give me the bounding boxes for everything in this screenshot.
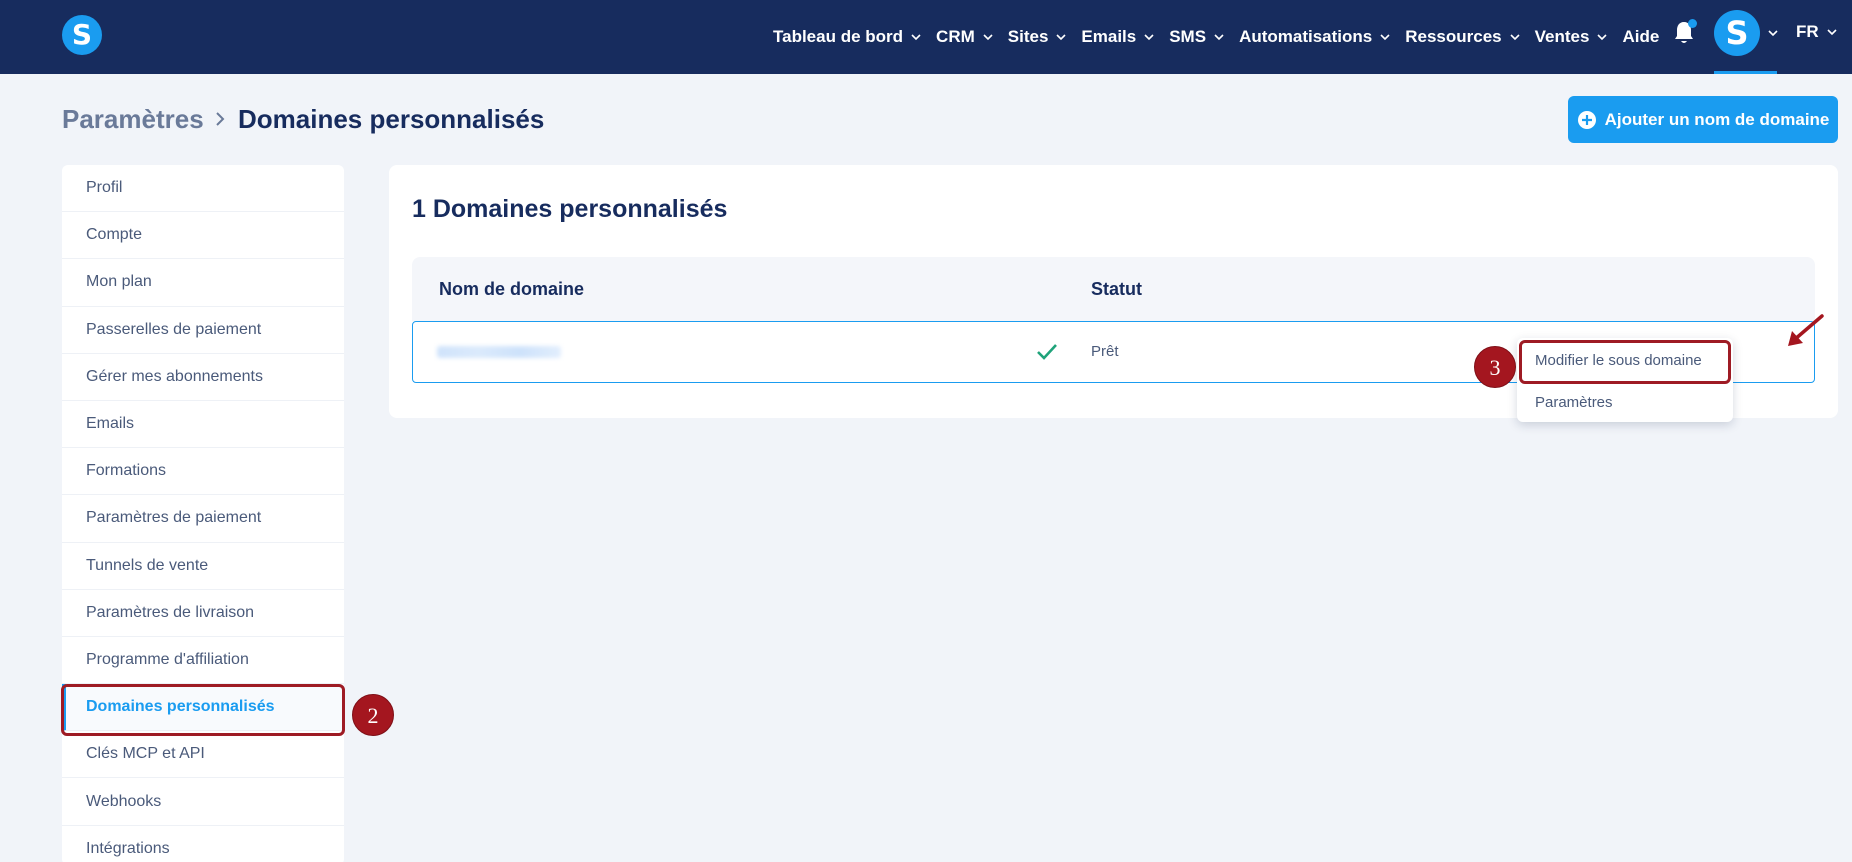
- chevron-down-icon: [1510, 34, 1520, 41]
- nav-sites[interactable]: Sites: [1008, 27, 1068, 47]
- check-icon: [1037, 344, 1057, 360]
- chevron-right-icon: [216, 112, 225, 126]
- nav-emails[interactable]: Emails: [1081, 27, 1155, 47]
- chevron-down-icon[interactable]: [1767, 27, 1779, 39]
- column-header-domain: Nom de domaine: [439, 279, 585, 299]
- active-indicator: [1714, 71, 1777, 74]
- sidebar-item-webhooks[interactable]: Webhooks: [62, 778, 344, 826]
- domain-name-redacted: [437, 346, 561, 358]
- nav-aide[interactable]: Aide: [1622, 27, 1659, 47]
- nav-label: Sites: [1007, 27, 1049, 46]
- chevron-down-icon: [1827, 29, 1837, 36]
- nav-crm[interactable]: CRM: [936, 27, 994, 47]
- sidebar-item-compte[interactable]: Compte: [62, 212, 344, 260]
- app-logo[interactable]: S: [62, 15, 102, 55]
- chevron-down-icon: [1380, 34, 1390, 41]
- sidebar-item-programme-affiliation[interactable]: Programme d'affiliation: [62, 637, 344, 685]
- language-label: FR: [1796, 22, 1819, 41]
- sidebar-item-emails[interactable]: Emails: [62, 401, 344, 449]
- nav-automatisations[interactable]: Automatisations: [1239, 27, 1391, 47]
- highlight-menu-item: [1519, 340, 1731, 384]
- chevron-down-icon: [911, 34, 921, 41]
- top-navigation-bar: S Tableau de bord CRM Sites Emails SMS A…: [0, 0, 1852, 74]
- avatar[interactable]: S: [1714, 10, 1760, 56]
- sidebar-item-mon-plan[interactable]: Mon plan: [62, 259, 344, 307]
- main-nav: Tableau de bord CRM Sites Emails SMS Aut…: [773, 0, 1679, 74]
- menu-item-settings[interactable]: Paramètres: [1535, 394, 1613, 411]
- nav-label: Ressources: [1405, 27, 1502, 46]
- add-domain-button[interactable]: Ajouter un nom de domaine: [1568, 96, 1838, 143]
- sidebar-item-formations[interactable]: Formations: [62, 448, 344, 496]
- chevron-down-icon: [983, 34, 993, 41]
- nav-sms[interactable]: SMS: [1169, 27, 1225, 47]
- sidebar-item-cles-mcp-api[interactable]: Clés MCP et API: [62, 731, 344, 779]
- nav-ressources[interactable]: Ressources: [1405, 27, 1520, 47]
- status-text: Prêt: [1091, 343, 1119, 360]
- nav-label: Emails: [1081, 27, 1137, 46]
- chevron-down-icon: [1144, 34, 1154, 41]
- arrow-icon: [1788, 314, 1824, 346]
- sidebar-item-integrations[interactable]: Intégrations: [62, 826, 344, 862]
- sidebar-item-profil[interactable]: Profil: [62, 165, 344, 213]
- nav-label: Tableau de bord: [773, 27, 904, 46]
- sidebar-item-tunnels-de-vente[interactable]: Tunnels de vente: [62, 543, 344, 590]
- nav-tableau-de-bord[interactable]: Tableau de bord: [773, 27, 922, 47]
- sidebar-item-parametres-de-paiement[interactable]: Paramètres de paiement: [62, 495, 344, 543]
- nav-ventes[interactable]: Ventes: [1535, 27, 1609, 47]
- language-selector[interactable]: FR: [1796, 22, 1838, 42]
- nav-label: Ventes: [1534, 27, 1590, 46]
- plus-circle-icon: [1577, 110, 1596, 129]
- chevron-down-icon: [1214, 34, 1224, 41]
- notification-dot: [1688, 19, 1697, 28]
- page-title: Domaines personnalisés: [238, 104, 545, 134]
- settings-sidebar: Profil Compte Mon plan Passerelles de pa…: [62, 165, 344, 862]
- sidebar-item-parametres-de-livraison[interactable]: Paramètres de livraison: [62, 590, 344, 637]
- breadcrumb-parent[interactable]: Paramètres: [62, 104, 204, 135]
- chevron-down-icon: [1056, 34, 1066, 41]
- column-header-status: Statut: [1091, 279, 1142, 299]
- sidebar-item-gerer-mes-abonnements[interactable]: Gérer mes abonnements: [62, 354, 344, 401]
- nav-label: CRM: [936, 27, 975, 46]
- nav-label: SMS: [1169, 27, 1207, 46]
- chevron-down-icon: [1597, 34, 1608, 41]
- table-header: Nom de domaine Statut: [412, 257, 1815, 321]
- highlight-sidebar-item: [61, 684, 345, 736]
- nav-label: Automatisations: [1239, 27, 1373, 46]
- add-domain-label: Ajouter un nom de domaine: [1604, 109, 1830, 129]
- card-title: 1 Domaines personnalisés: [412, 195, 728, 223]
- step-badge: 2: [352, 694, 394, 736]
- sidebar-item-passerelles-de-paiement[interactable]: Passerelles de paiement: [62, 307, 344, 354]
- step-badge: 3: [1474, 346, 1516, 388]
- nav-label: Aide: [1622, 27, 1660, 46]
